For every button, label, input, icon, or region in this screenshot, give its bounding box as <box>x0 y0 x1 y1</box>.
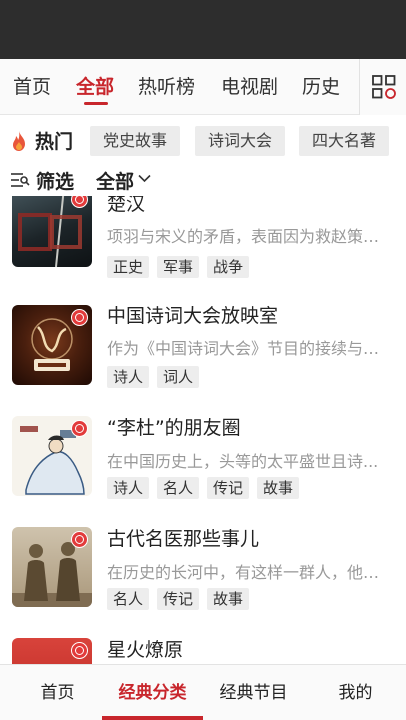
program-list[interactable]: 楚汉 项羽与宋义的矛盾，表面因为救赵策略... 正史 军事 战争 中国诗词大会放… <box>0 196 406 664</box>
program-tag: 正史 <box>107 256 150 278</box>
nav-classic-categories-label: 经典分类 <box>118 683 187 703</box>
program-description: 作为《中国诗词大会》节目的接续与创... <box>107 339 394 358</box>
filter-dropdown[interactable]: 全部 <box>96 167 134 194</box>
chevron-down-icon[interactable] <box>138 174 151 183</box>
program-tag: 传记 <box>207 477 250 499</box>
program-tag: 诗人 <box>107 366 150 388</box>
program-description: 在中国历史上，头等的太平盛世且诗... <box>107 452 379 471</box>
broadcast-badge-icon <box>71 309 88 326</box>
hot-topics-row: 热门 党史故事 诗词大会 四大名著 <box>0 122 406 158</box>
program-tag: 词人 <box>157 366 200 388</box>
broadcast-badge-icon <box>71 420 88 437</box>
program-title: “李杜”的朋友圈 <box>107 417 241 439</box>
program-cover <box>12 527 92 607</box>
program-tag: 故事 <box>207 588 250 610</box>
tab-history[interactable]: 历史 <box>302 72 340 99</box>
program-tags: 名人 传记 故事 <box>107 588 250 610</box>
program-description: 在历史的长河中，有这样一群人，他们... <box>107 563 394 582</box>
all-categories-button[interactable] <box>359 59 406 115</box>
active-nav-indicator <box>102 716 203 720</box>
hot-tag-poetry-conference[interactable]: 诗词大会 <box>195 126 286 156</box>
program-title: 楚汉 <box>107 196 146 215</box>
status-bar <box>0 0 406 59</box>
grid-menu-icon <box>372 75 396 99</box>
program-title: 中国诗词大会放映室 <box>107 305 279 327</box>
program-cover <box>12 305 92 385</box>
program-tag: 名人 <box>157 477 200 499</box>
nav-home[interactable]: 首页 <box>7 665 108 720</box>
program-tag: 诗人 <box>107 477 150 499</box>
program-tag: 军事 <box>157 256 200 278</box>
nav-classic-programs[interactable]: 经典节目 <box>203 665 304 720</box>
program-tag: 故事 <box>257 477 300 499</box>
program-tag: 战争 <box>207 256 250 278</box>
tab-home[interactable]: 首页 <box>13 72 51 99</box>
hot-tag-party-history[interactable]: 党史故事 <box>90 126 181 156</box>
program-tags: 诗人 名人 传记 故事 <box>107 477 300 499</box>
tab-hot-list[interactable]: 热听榜 <box>138 72 195 99</box>
program-title: 星火燎原 <box>107 639 184 661</box>
program-item-chuhan[interactable]: 楚汉 项羽与宋义的矛盾，表面因为救赵策略... 正史 军事 战争 <box>0 196 406 292</box>
active-tab-indicator <box>84 102 108 105</box>
program-tags: 诗人 词人 <box>107 366 200 388</box>
bottom-navigation: 首页 经典分类 经典节目 我的 <box>0 664 406 720</box>
hot-label: 热门 <box>35 131 74 153</box>
program-tags: 正史 军事 战争 <box>107 256 250 278</box>
program-cover <box>12 638 92 664</box>
flame-icon <box>13 131 25 151</box>
program-item-spark-prairie[interactable]: 星火燎原 <box>0 634 406 664</box>
program-cover <box>12 196 92 267</box>
program-item-poetry-screening[interactable]: 中国诗词大会放映室 作为《中国诗词大会》节目的接续与创... 诗人 词人 <box>0 300 406 396</box>
tab-tv-series[interactable]: 电视剧 <box>221 72 278 99</box>
program-cover <box>12 416 92 496</box>
nav-classic-categories[interactable]: 经典分类 <box>102 665 203 720</box>
tab-all[interactable]: 全部 <box>76 72 114 99</box>
program-description: 项羽与宋义的矛盾，表面因为救赵策略... <box>107 227 394 246</box>
program-tag: 传记 <box>157 588 200 610</box>
program-title: 古代名医那些事儿 <box>107 528 260 550</box>
hot-tag-four-classics[interactable]: 四大名著 <box>299 126 390 156</box>
broadcast-badge-icon <box>71 531 88 548</box>
filter-list-icon <box>11 173 30 187</box>
filter-row: 筛选 全部 <box>0 164 406 196</box>
program-item-li-du-friends[interactable]: “李杜”的朋友圈 在中国历史上，头等的太平盛世且诗... 诗人 名人 传记 故事 <box>0 412 406 508</box>
filter-label: 筛选 <box>36 171 75 193</box>
category-tab-bar: 首页 全部 热听榜 电视剧 历史 <box>0 59 406 115</box>
broadcast-badge-icon <box>71 642 88 659</box>
nav-mine[interactable]: 我的 <box>305 665 406 720</box>
program-tag: 名人 <box>107 588 150 610</box>
program-item-ancient-doctors[interactable]: 古代名医那些事儿 在历史的长河中，有这样一群人，他们... 名人 传记 故事 <box>0 523 406 619</box>
